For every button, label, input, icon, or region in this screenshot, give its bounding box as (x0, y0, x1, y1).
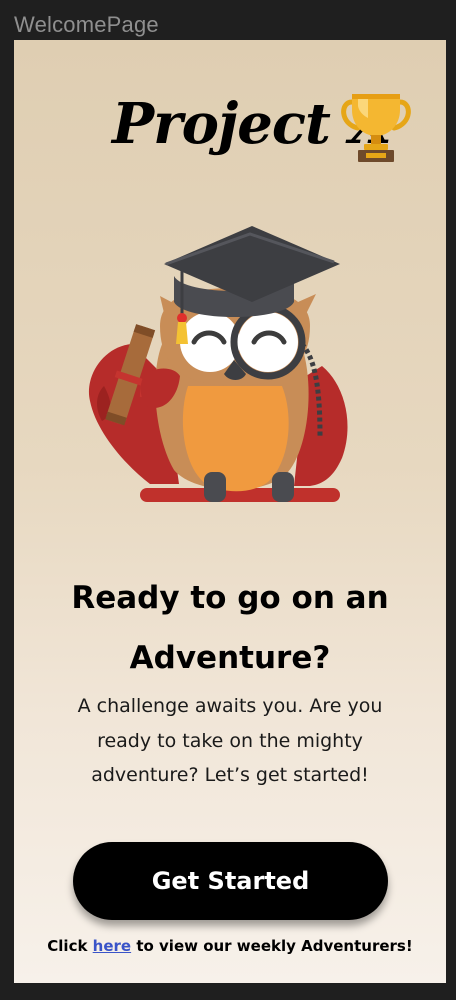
description-line-2: ready to take on the mighty (97, 730, 363, 752)
welcome-screen: Project X Ready to go on an Adventure? A… (14, 40, 446, 983)
headline-line-1: Ready to go on an (71, 580, 389, 616)
footer-suffix: to view our weekly Adventurers! (131, 937, 413, 955)
trophy-icon (341, 94, 411, 162)
weekly-adventurers-note: Click here to view our weekly Adventurer… (14, 937, 446, 955)
brand-header: Project X (14, 88, 446, 168)
description-line-1: A challenge awaits you. Are you (77, 695, 383, 717)
window-title: WelcomePage (14, 12, 159, 37)
weekly-adventurers-link[interactable]: here (93, 937, 131, 955)
headline-line-2: Adventure? (129, 640, 331, 676)
description-line-3: adventure? Let’s get started! (91, 764, 369, 786)
footer-prefix: Click (47, 937, 93, 955)
owl-illustration (88, 226, 348, 502)
app-window: WelcomePage Project X Ready to go on an … (0, 0, 456, 1000)
get-started-button[interactable]: Get Started (73, 842, 388, 920)
